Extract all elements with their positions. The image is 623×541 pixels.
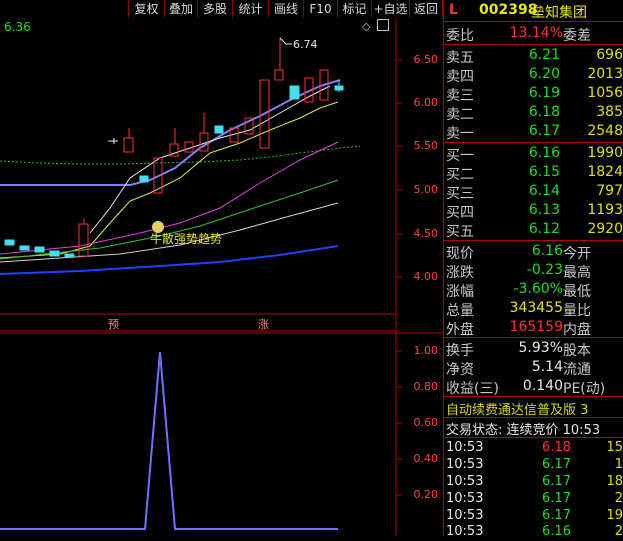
- ask-level-1: 卖一 6.17 2548: [446, 123, 623, 142]
- tick-row: 10:53 6.17 19: [446, 508, 623, 523]
- order-ratio-row: 委比 13.14% 委差: [446, 25, 591, 44]
- tick-row: 10:53 6.18 15: [446, 440, 623, 455]
- sub-axis-label: 0.60: [413, 416, 439, 429]
- multi-stock-button[interactable]: 多股: [197, 0, 232, 18]
- stock-code: 002398: [479, 2, 538, 18]
- bid-level-5: 买五 6.12 2920: [446, 221, 623, 240]
- statistics-button[interactable]: 统计: [232, 0, 268, 18]
- bid-level-1: 买一 6.16 1990: [446, 145, 623, 164]
- trade-status-row: 交易状态: 连续竞价 10:53: [446, 423, 601, 438]
- tick-row: 10:53 6.16 2: [446, 524, 623, 539]
- ask-level-5: 卖五 6.21 696: [446, 47, 623, 66]
- stat-earnings: 收益(三) 0.140 PE(动): [446, 378, 606, 397]
- ask-level-3: 卖三 6.19 1056: [446, 85, 623, 104]
- y-axis-label: 4.00: [413, 270, 439, 283]
- stock-name: 垒知集团: [531, 5, 587, 21]
- stat-outer-volume: 外盘 165159 内盘: [446, 319, 591, 338]
- stat-change: 涨跌 -0.23 最高: [446, 262, 591, 281]
- y-axis-label: 4.50: [413, 227, 439, 240]
- pre-marker: 预: [108, 318, 119, 331]
- bid-level-2: 买二 6.15 1824: [446, 164, 623, 183]
- sub-axis-label: 1.00: [413, 344, 439, 357]
- level-flag: L: [449, 2, 458, 18]
- y-axis-label: 5.00: [413, 183, 439, 196]
- mark-button[interactable]: 标记: [337, 0, 371, 18]
- rise-marker: 涨: [258, 318, 269, 331]
- bid-level-3: 买三 6.14 797: [446, 183, 623, 202]
- stat-change-pct: 涨幅 -3.60% 最低: [446, 281, 591, 300]
- draw-line-button[interactable]: 画线: [268, 0, 303, 18]
- quote-panel: L 002398 垒知集团 委比 13.14% 委差 卖五 6.21 696 卖…: [443, 0, 623, 539]
- chart-toolbar: 复权 叠加 多股 统计 画线 F10 标记 +自选 返回: [0, 0, 443, 18]
- back-button[interactable]: 返回: [409, 0, 443, 18]
- chart-area[interactable]: 6.36 ◇ 6.74 牛散强势趋势 预 涨 6.50 6.00 5.50 5.…: [0, 18, 443, 536]
- overlay-button[interactable]: 叠加: [164, 0, 197, 18]
- y-axis-label: 6.00: [413, 96, 439, 109]
- sub-axis-label: 0.20: [413, 488, 439, 501]
- trend-signal-label: 牛散强势趋势: [150, 232, 223, 246]
- restore-rights-button[interactable]: 复权: [128, 0, 164, 18]
- y-axis-label: 6.50: [413, 53, 439, 66]
- add-watchlist-button[interactable]: +自选: [371, 0, 409, 18]
- candlestick-chart: [0, 18, 443, 536]
- subscription-banner[interactable]: 自动续费通达信普及版 3: [443, 399, 623, 418]
- y-axis-label: 5.50: [413, 139, 439, 152]
- ask-level-4: 卖四 6.20 2013: [446, 66, 623, 85]
- f10-button[interactable]: F10: [303, 0, 337, 18]
- stat-total-volume: 总量 343455 量比: [446, 300, 591, 319]
- stat-turnover: 换手 5.93% 股本: [446, 340, 591, 359]
- sub-axis-label: 0.80: [413, 380, 439, 393]
- ask-level-2: 卖二 6.18 385: [446, 104, 623, 123]
- sub-axis-label: 0.40: [413, 452, 439, 465]
- tick-row: 10:53 6.17 1: [446, 457, 623, 472]
- stat-net-assets: 净资 5.14 流通: [446, 359, 591, 378]
- bid-level-4: 买四 6.13 1193: [446, 202, 623, 221]
- tick-row: 10:53 6.17 18: [446, 474, 623, 489]
- tick-row: 10:53 6.17 2: [446, 491, 623, 506]
- stock-header: L 002398 垒知集团: [443, 2, 623, 21]
- stat-current-price: 现价 6.16 今开: [446, 243, 591, 262]
- peak-price-label: 6.74: [293, 38, 318, 51]
